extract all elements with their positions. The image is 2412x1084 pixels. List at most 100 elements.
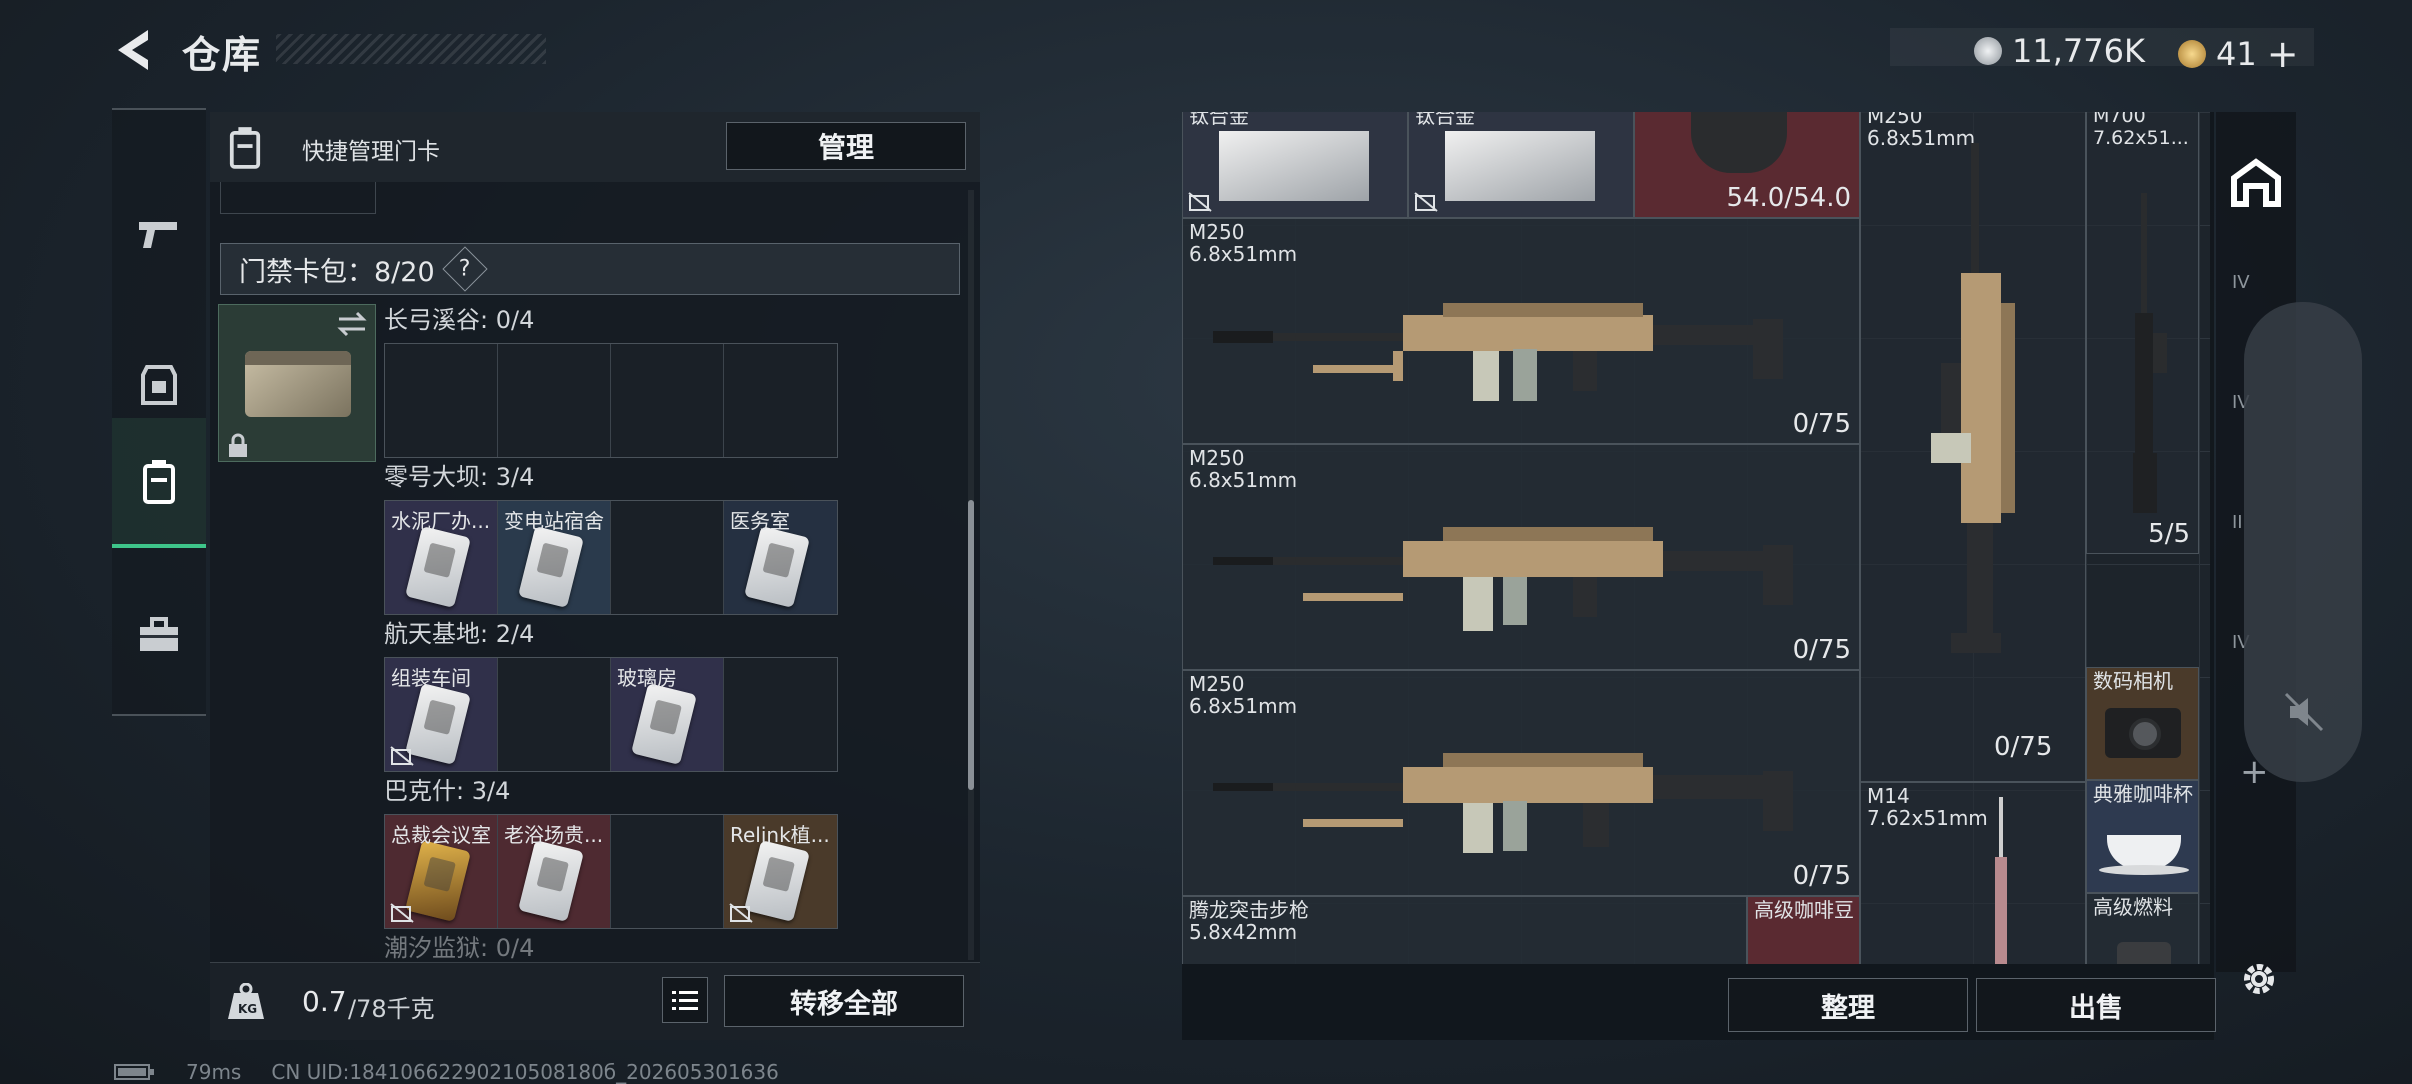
keycard-name: 总裁会议室 — [391, 823, 491, 847]
help-button[interactable]: ? — [442, 246, 488, 292]
add-currency-button[interactable]: + — [2267, 32, 2299, 76]
item-name: 钛合金 — [1415, 112, 1475, 128]
m250-rifle-image — [1213, 303, 1783, 401]
card-slot[interactable] — [611, 815, 724, 928]
keycard-name: 玻璃房 — [617, 666, 677, 690]
card-slot[interactable] — [498, 658, 611, 771]
keycard-item[interactable]: 老浴场贵... — [498, 815, 611, 928]
keycard-pack-icon — [143, 460, 175, 504]
keycard-item[interactable]: 玻璃房 — [611, 658, 724, 771]
no-bind-icon — [1414, 192, 1438, 212]
weight-icon: KG — [228, 983, 264, 1019]
item-durability: 54.0/54.0 — [1726, 183, 1851, 213]
home-stash-icon — [2231, 158, 2281, 207]
keycard-item[interactable]: 组装车间 — [385, 658, 498, 771]
user-uid: CN UID:18410662290210508180б_20260530163… — [271, 1060, 779, 1084]
stash-item[interactable]: 钛合金 — [1182, 112, 1408, 218]
m250-rifle-image — [1213, 527, 1793, 631]
battery-icon — [114, 1064, 154, 1080]
card-slot[interactable] — [611, 501, 724, 614]
region-tidal-prison: 潮汐监狱: 0/4 — [384, 928, 534, 963]
keycard-item[interactable]: Relink植... — [724, 815, 837, 928]
transfer-all-button[interactable]: 转移全部 — [724, 975, 964, 1027]
manage-button[interactable]: 管理 — [726, 122, 966, 170]
stash-item-gun[interactable]: M250 6.8x51mm 0/75 — [1182, 218, 1860, 444]
no-bind-icon — [729, 903, 753, 923]
stash-item-gun[interactable]: 腾龙突击步枪 5.8x42mm — [1182, 896, 1747, 964]
sell-button[interactable]: 出售 — [1976, 978, 2216, 1032]
right-footer: 整理 出售 — [1182, 964, 2216, 1040]
list-icon — [672, 991, 698, 1010]
stash-item[interactable]: 典雅咖啡杯 — [2086, 780, 2199, 893]
sort-button[interactable]: 整理 — [1728, 978, 1968, 1032]
keycard-item[interactable]: 医务室 — [724, 501, 837, 614]
stash-item-gun[interactable]: M250 6.8x51mm 0/75 — [1182, 670, 1860, 896]
card-slot[interactable] — [724, 658, 837, 771]
titanium-plate-image — [1219, 131, 1369, 201]
camera-lens — [2129, 718, 2161, 750]
region-label: 潮汐监狱: 0/4 — [384, 934, 535, 962]
swap-icon[interactable] — [337, 311, 367, 337]
keycard-item[interactable]: 变电站宿舍 — [498, 501, 611, 614]
region-space-base: 航天基地: 2/4 组装车间 玻璃房 — [384, 614, 838, 772]
item-ammo: 5/5 — [2148, 519, 2190, 549]
region-label: 巴克什: 3/4 — [384, 777, 511, 805]
stash-item-gun[interactable]: M700 7.62x51... 5/5 — [2086, 112, 2199, 554]
item-caliber: 7.62x51mm — [1867, 806, 1988, 830]
list-view-button[interactable] — [662, 977, 708, 1023]
equipped-card-pack-slot[interactable] — [218, 304, 376, 462]
card-pack-label: 门禁卡包：8/20 — [239, 256, 435, 288]
card-slot[interactable] — [611, 344, 724, 457]
no-bind-icon — [390, 746, 414, 766]
m250-rifle-vertical-image — [1931, 143, 2015, 653]
mute-icon[interactable] — [2284, 692, 2324, 732]
category-rail — [112, 108, 206, 716]
gold-coin-icon — [2178, 40, 2206, 68]
keycard-item[interactable]: 总裁会议室 — [385, 815, 498, 928]
item-caliber: 7.62x51... — [2093, 127, 2189, 149]
keycard-name: 水泥厂办... — [391, 509, 491, 533]
rail-tab-tools[interactable] — [112, 570, 206, 700]
stash-page-tab[interactable]: II — [2232, 512, 2243, 533]
stash-item-gun[interactable]: M250 6.8x51mm — [1860, 112, 2086, 782]
m700-rifle-image — [2133, 193, 2167, 513]
stash-item[interactable]: 数码相机 — [2086, 667, 2199, 780]
rail-tab-weapons[interactable] — [112, 170, 206, 300]
stash-item-gun[interactable]: M14 7.62x51mm — [1860, 782, 2086, 964]
settings-button[interactable] — [2238, 958, 2280, 1000]
scrollbar-thumb[interactable] — [968, 500, 974, 790]
region-slots: 水泥厂办... 变电站宿舍 医务室 — [384, 500, 838, 615]
armor-icon — [141, 365, 177, 405]
keycard-image — [518, 526, 584, 608]
card-slot[interactable] — [385, 344, 498, 457]
status-bar: 79ms CN UID:18410662290210508180б_202605… — [114, 1060, 779, 1084]
back-button[interactable] — [110, 24, 156, 76]
stash-grid: 钛合金 钛合金 54.0/54.0 M250 6.8x51mm 0/75 M25… — [1182, 112, 2210, 964]
coin-value: 11,776K — [2012, 32, 2145, 70]
stash-item[interactable]: 高级咖啡豆 — [1747, 896, 1860, 964]
item-name: 典雅咖啡杯 — [2093, 782, 2193, 806]
stash-page-tab[interactable]: IV — [2232, 272, 2250, 293]
region-slots — [384, 343, 838, 458]
stash-item[interactable]: 钛合金 — [1408, 112, 1634, 218]
item-name: M250 — [1189, 220, 1245, 244]
rail-tab-keycards[interactable] — [112, 418, 206, 548]
keycard-item[interactable]: 水泥厂办... — [385, 501, 498, 614]
helmet-image — [1691, 112, 1787, 173]
help-icon: ? — [458, 256, 471, 282]
keycard-name: 老浴场贵... — [504, 823, 604, 847]
keycard-name: Relink植... — [730, 823, 830, 847]
card-pack-strap — [245, 351, 351, 365]
stash-item[interactable]: 54.0/54.0 — [1634, 112, 1860, 218]
stash-item[interactable]: 高级燃料 — [2086, 893, 2199, 964]
stash-item-gun[interactable]: M250 6.8x51mm 0/75 — [1182, 444, 1860, 670]
quick-manage-header: 快捷管理门卡 管理 — [210, 112, 980, 182]
left-footer: KG 0.7 /78千克 转移全部 — [210, 962, 980, 1040]
item-name: 高级燃料 — [2093, 895, 2173, 919]
svg-text:KG: KG — [238, 1002, 257, 1016]
stash-page-home[interactable] — [2230, 156, 2282, 208]
region-slots: 总裁会议室 老浴场贵... Relink植... — [384, 814, 838, 929]
coin-icon — [1974, 37, 2002, 65]
card-slot[interactable] — [498, 344, 611, 457]
card-slot[interactable] — [724, 344, 837, 457]
